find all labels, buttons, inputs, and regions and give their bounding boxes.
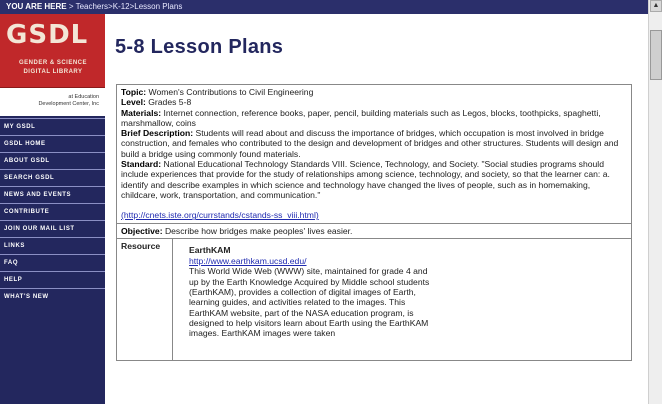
brief-row: Brief Description: Students will read ab… [121,128,627,159]
standard-row: Standard: National Educational Technolog… [121,159,627,200]
resource-link[interactable]: http://www.earthkam.ucsd.edu/ [189,256,307,266]
sidebar-item-help[interactable]: HELP [0,271,105,288]
breadcrumb-bar: YOU ARE HERE > Teachers>K-12>Lesson Plan… [0,0,648,14]
sidebar: GSDL GENDER & SCIENCE DIGITAL LIBRARY at… [0,14,105,404]
gsdl-logo[interactable]: GSDL GENDER & SCIENCE DIGITAL LIBRARY [0,14,105,88]
objective-label: Objective: [121,225,163,236]
vertical-scrollbar[interactable]: ▲ [648,0,662,404]
standard-value: National Educational Technology Standard… [121,159,610,200]
topic-value: Women's Contributions to Civil Engineeri… [146,87,314,97]
level-value: Grades 5-8 [145,97,192,108]
logo-letters: GSDL [6,20,89,50]
scroll-up-arrow-icon[interactable]: ▲ [650,0,662,12]
topic-row: Topic: Women's Contributions to Civil En… [121,87,627,97]
edc-line-2: Development Center, Inc [38,101,99,107]
brief-value: Students will read about and discuss the… [121,128,619,159]
resource-row: Resource EarthKAM http://www.earthkam.uc… [116,238,632,361]
sidebar-item-join-mail-list[interactable]: JOIN OUR MAIL LIST [0,220,105,237]
resource-title: EarthKAM [189,244,231,255]
sidebar-item-faq[interactable]: FAQ [0,254,105,271]
sidebar-item-about-gsdl[interactable]: ABOUT GSDL [0,152,105,169]
materials-label: Materials: [121,107,162,118]
resource-body: EarthKAM http://www.earthkam.ucsd.edu/ T… [173,239,433,360]
resource-description: This World Wide Web (WWW) site, maintain… [189,266,430,339]
sidebar-nav: MY GSDL GSDL HOME ABOUT GSDL SEARCH GSDL… [0,118,105,305]
sidebar-item-search-gsdl[interactable]: SEARCH GSDL [0,169,105,186]
breadcrumb[interactable]: > Teachers>K-12>Lesson Plans [67,2,183,11]
sidebar-item-contribute[interactable]: CONTRIBUTE [0,203,105,220]
resource-label: Resource [117,238,173,360]
edc-credit: at Education Development Center, Inc [0,88,105,116]
scrollbar-thumb[interactable] [650,30,662,80]
sidebar-item-whats-new[interactable]: WHAT'S NEW [0,288,105,305]
logo-subtitle-2: DIGITAL LIBRARY [23,69,83,75]
objective-row: Objective: Describe how bridges make peo… [116,223,632,239]
lesson-table: Topic: Women's Contributions to Civil En… [116,84,632,361]
standard-label: Standard: [121,159,162,170]
topic-label: Topic: [121,87,147,97]
edc-line-1: at Education [68,94,99,100]
level-label: Level: [121,97,146,108]
lesson-details: Topic: Women's Contributions to Civil En… [116,84,632,224]
materials-value: Internet connection, reference books, pa… [121,107,601,128]
brief-label: Brief Description: [121,128,194,139]
sidebar-item-news-and-events[interactable]: NEWS AND EVENTS [0,186,105,203]
logo-subtitle-1: GENDER & SCIENCE [18,60,87,66]
objective-value: Describe how bridges make peoples' lives… [162,225,353,236]
standard-link[interactable]: (http://cnets.iste.org/currstands/cstand… [121,210,319,220]
materials-row: Materials: Internet connection, referenc… [121,108,627,129]
breadcrumb-prefix: YOU ARE HERE [6,2,67,11]
sidebar-item-gsdl-home[interactable]: GSDL HOME [0,135,105,152]
page-title: 5-8 Lesson Plans [115,36,284,58]
sidebar-item-my-gsdl[interactable]: MY GSDL [0,118,105,135]
sidebar-item-links[interactable]: LINKS [0,237,105,254]
level-row: Level: Grades 5-8 [121,97,627,107]
